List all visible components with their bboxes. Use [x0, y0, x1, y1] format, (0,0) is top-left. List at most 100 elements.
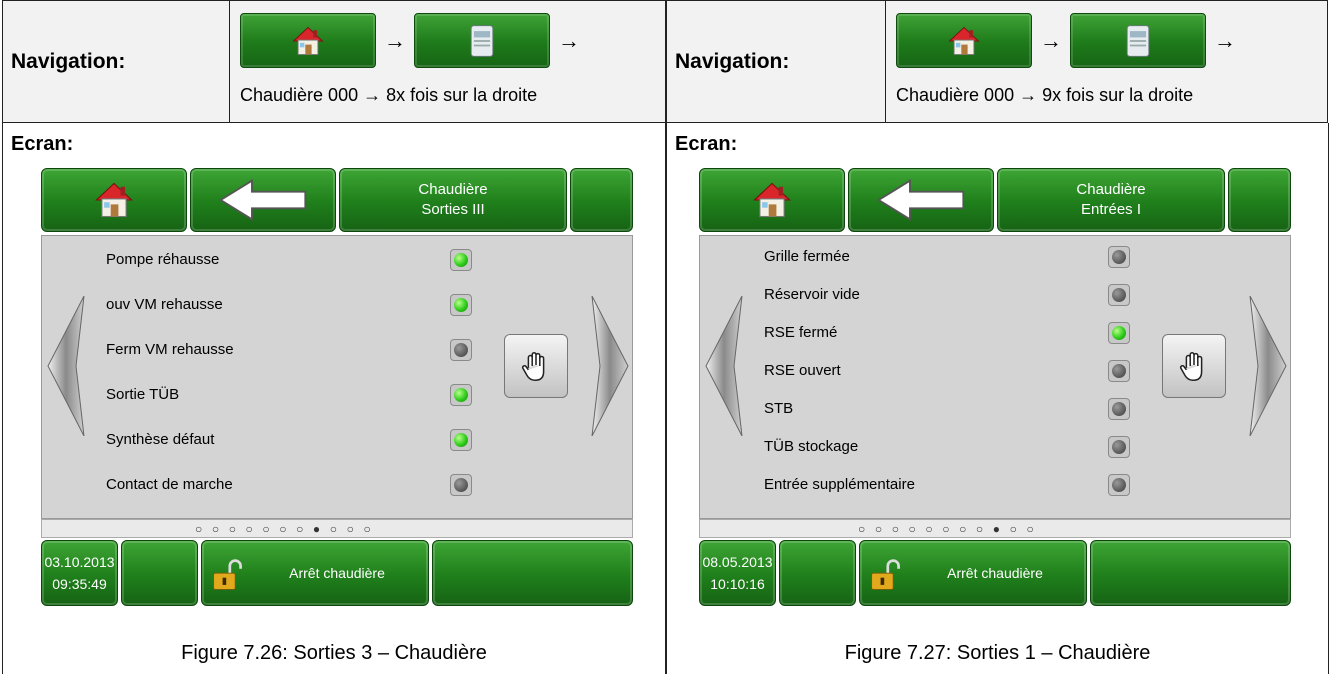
navigation-row: Navigation: → → Chaudière 000 → 9x fois … — [666, 0, 1329, 123]
navigation-label: Navigation: — [11, 49, 126, 73]
navigation-label: Navigation: — [675, 49, 790, 73]
blank-button[interactable] — [779, 540, 856, 606]
navigation-path-text: Chaudière 000 → 9x fois sur la droite — [896, 85, 1194, 105]
status-button[interactable]: Arrêt chaudière — [859, 540, 1087, 606]
right-panel: Navigation: → → Chaudière 000 → 9x fois … — [666, 0, 1329, 674]
boiler-button[interactable] — [414, 13, 550, 68]
padlock-open-icon — [210, 555, 246, 595]
navigation-path-text: Chaudière 000 → 8x fois sur la droite — [240, 85, 538, 105]
status-led — [450, 429, 472, 451]
output-row: Synthèse défaut — [42, 423, 632, 457]
blank-button[interactable] — [1090, 540, 1291, 606]
input-label: TÜB stockage — [764, 438, 859, 455]
input-row: RSE ouvert — [700, 354, 1290, 388]
output-row: Ferm VM rehausse — [42, 333, 632, 367]
home-button[interactable] — [41, 168, 187, 232]
arrow-icon: → — [1214, 27, 1236, 53]
screen-title-line2: Sorties III — [421, 201, 485, 218]
figure-caption: Figure 7.27: Sorties 1 – Chaudière — [844, 642, 1151, 664]
screen-label: Ecran: — [675, 133, 738, 155]
input-row: Réservoir vide — [700, 278, 1290, 312]
home-button[interactable] — [896, 13, 1032, 68]
page-indicator: ○○○○○○○○●○○ — [699, 519, 1291, 538]
status-led — [1108, 398, 1130, 420]
time-text: 10:10:16 — [710, 576, 765, 592]
output-row: Contact de marche — [42, 468, 632, 502]
boiler-icon — [464, 23, 500, 59]
blank-button[interactable] — [432, 540, 633, 606]
status-led — [450, 249, 472, 271]
screen-title-line2: Entrées I — [1080, 201, 1142, 218]
status-led — [1108, 284, 1130, 306]
page-indicator: ○○○○○○○●○○○ — [41, 519, 633, 538]
navigation-label-cell: Navigation: — [2, 0, 230, 123]
date-text: 08.05.2013 — [702, 554, 773, 570]
house-icon — [290, 23, 326, 59]
input-row: RSE fermé — [700, 316, 1290, 350]
house-icon — [750, 178, 794, 222]
navigation-row: Navigation: → → Chaudière 000 → 8x fois … — [2, 0, 666, 123]
arrow-icon: → — [384, 27, 406, 53]
page-dots: ○○○○○○○○●○○ — [858, 522, 1044, 536]
arrow-icon: → — [1040, 27, 1062, 53]
boiler-icon — [1120, 23, 1156, 59]
home-button[interactable] — [699, 168, 845, 232]
status-led — [1108, 360, 1130, 382]
date-text: 03.10.2013 — [44, 554, 115, 570]
input-row: TÜB stockage — [700, 430, 1290, 464]
device-screen: Chaudière Entrées I Grille fermée Réserv… — [699, 168, 1291, 609]
output-label: Ferm VM rehausse — [106, 341, 234, 358]
navigation-path-cell: → → Chaudière 000 → 8x fois sur la droit… — [230, 0, 666, 123]
output-row: Sortie TÜB — [42, 378, 632, 412]
padlock-open-icon — [868, 555, 904, 595]
back-arrow-icon — [875, 177, 967, 223]
output-label: Synthèse défaut — [106, 431, 215, 448]
input-label: Réservoir vide — [764, 286, 860, 303]
status-led — [450, 339, 472, 361]
navigation-buttons: → → — [896, 13, 1244, 68]
input-label: Entrée supplémentaire — [764, 476, 915, 493]
input-row: Grille fermée — [700, 240, 1290, 274]
screen-title-line1: Chaudière — [1076, 181, 1146, 198]
boiler-button[interactable] — [1070, 13, 1206, 68]
device-screen: Chaudière Sorties III Pompe réhausse ouv… — [41, 168, 633, 609]
page-dots: ○○○○○○○●○○○ — [195, 522, 381, 536]
time-text: 09:35:49 — [52, 576, 107, 592]
status-led — [450, 474, 472, 496]
figure-caption: Figure 7.26: Sorties 3 – Chaudière — [181, 642, 487, 664]
output-row: Pompe réhausse — [42, 243, 632, 277]
screen-label: Ecran: — [11, 133, 74, 155]
status-led — [450, 384, 472, 406]
arrow-icon: → — [558, 27, 580, 53]
inputs-panel: Grille fermée Réservoir vide RSE fermé R… — [699, 235, 1291, 519]
screen-title-button: Chaudière Entrées I — [997, 168, 1225, 232]
navigation-label-cell: Navigation: — [666, 0, 886, 123]
house-icon — [946, 23, 982, 59]
back-button[interactable] — [848, 168, 994, 232]
input-row: STB — [700, 392, 1290, 426]
input-label: STB — [764, 400, 794, 417]
output-label: Sortie TÜB — [106, 386, 180, 403]
blank-button[interactable] — [1228, 168, 1291, 232]
blank-button[interactable] — [121, 540, 198, 606]
output-label: ouv VM rehausse — [106, 296, 223, 313]
status-led — [1108, 474, 1130, 496]
home-button[interactable] — [240, 13, 376, 68]
datetime-button[interactable]: 08.05.2013 10:10:16 — [699, 540, 776, 606]
datetime-button[interactable]: 03.10.2013 09:35:49 — [41, 540, 118, 606]
status-led — [1108, 322, 1130, 344]
blank-button[interactable] — [570, 168, 633, 232]
screen-title-button: Chaudière Sorties III — [339, 168, 567, 232]
input-label: RSE fermé — [764, 324, 838, 341]
input-label: RSE ouvert — [764, 362, 841, 379]
output-label: Pompe réhausse — [106, 251, 220, 268]
navigation-buttons: → → — [240, 13, 588, 68]
status-button[interactable]: Arrêt chaudière — [201, 540, 429, 606]
navigation-path-cell: → → Chaudière 000 → 9x fois sur la droit… — [886, 0, 1328, 123]
status-led — [450, 294, 472, 316]
screen-area: Ecran: Chaudière Entrées I Grille fermée… — [666, 123, 1329, 674]
status-led — [1108, 246, 1130, 268]
back-button[interactable] — [190, 168, 336, 232]
output-label: Contact de marche — [106, 476, 233, 493]
input-row: Entrée supplémentaire — [700, 468, 1290, 502]
